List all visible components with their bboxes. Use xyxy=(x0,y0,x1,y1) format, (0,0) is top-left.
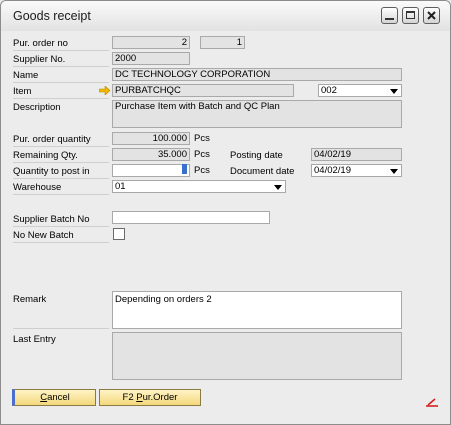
row-divider xyxy=(13,98,109,99)
remaining-qty-label: Remaining Qty. xyxy=(13,150,78,161)
remark-field[interactable]: Depending on orders 2 xyxy=(112,291,402,329)
cancel-label: ancel xyxy=(47,392,70,403)
pur-order-no-field[interactable]: 2 xyxy=(112,36,190,49)
minimize-button[interactable] xyxy=(381,7,398,24)
row-divider xyxy=(13,66,109,67)
maximize-icon xyxy=(406,11,415,19)
remark-label: Remark xyxy=(13,294,47,305)
cancel-button[interactable]: Cancel xyxy=(12,389,96,406)
pur-order-no-label: Pur. order no xyxy=(13,38,68,49)
goods-receipt-window: Goods receipt Pur. order no 2 1 Supplier… xyxy=(0,0,451,425)
resize-grip-icon[interactable] xyxy=(425,397,440,407)
title-bar[interactable]: Goods receipt xyxy=(1,1,450,31)
pur-order-button[interactable]: F2 Pur.Order xyxy=(99,389,201,406)
description-field[interactable]: Purchase Item with Batch and QC Plan xyxy=(112,100,402,128)
dropdown-arrow-icon xyxy=(390,89,398,94)
name-label: Name xyxy=(13,70,39,81)
item-label: Item xyxy=(13,86,32,97)
close-button[interactable] xyxy=(423,7,440,24)
dropdown-arrow-icon xyxy=(390,169,398,174)
document-date-value: 04/02/19 xyxy=(314,165,351,176)
pur-order-qty-field[interactable]: 100.000 xyxy=(112,132,190,145)
document-date-select[interactable]: 04/02/19 xyxy=(311,164,402,177)
warehouse-label: Warehouse xyxy=(13,182,62,193)
name-field[interactable]: DC TECHNOLOGY CORPORATION xyxy=(112,68,402,81)
posting-date-field[interactable]: 04/02/19 xyxy=(311,148,402,161)
row-divider xyxy=(13,178,109,179)
warehouse-select[interactable]: 01 xyxy=(112,180,286,193)
link-arrow-icon[interactable] xyxy=(99,86,111,95)
qty-to-post-unit: Pcs xyxy=(194,165,210,176)
supplier-no-field[interactable]: 2000 xyxy=(112,52,190,65)
no-new-batch-label: No New Batch xyxy=(13,230,74,241)
item-variant-select[interactable]: 002 xyxy=(318,84,402,97)
text-cursor xyxy=(182,164,187,174)
porder-label: ur.Order xyxy=(142,392,178,403)
item-variant-value: 002 xyxy=(321,85,337,96)
maximize-button[interactable] xyxy=(402,7,419,24)
window-title: Goods receipt xyxy=(13,9,91,23)
row-divider xyxy=(13,194,109,195)
warehouse-value: 01 xyxy=(115,181,126,192)
pur-order-line-field[interactable]: 1 xyxy=(200,36,245,49)
row-divider xyxy=(13,146,109,147)
remaining-qty-field[interactable]: 35.000 xyxy=(112,148,190,161)
item-code-field[interactable]: PURBATCHQC xyxy=(112,84,294,97)
pur-order-qty-label: Pur. order quantity xyxy=(13,134,91,145)
row-divider xyxy=(13,328,109,329)
qty-to-post-label: Quantity to post in xyxy=(13,166,90,177)
qty-to-post-input[interactable] xyxy=(112,164,190,177)
last-entry-label: Last Entry xyxy=(13,334,56,345)
last-entry-field[interactable] xyxy=(112,332,402,380)
porder-prefix: F2 xyxy=(122,392,137,403)
remaining-qty-unit: Pcs xyxy=(194,149,210,160)
description-label: Description xyxy=(13,102,61,113)
supplier-no-label: Supplier No. xyxy=(13,54,66,65)
row-divider xyxy=(13,50,109,51)
supplier-batch-no-input[interactable] xyxy=(112,211,270,224)
row-divider xyxy=(13,82,109,83)
close-icon xyxy=(427,11,436,20)
dropdown-arrow-icon xyxy=(274,185,282,190)
posting-date-label: Posting date xyxy=(230,150,283,161)
minimize-icon xyxy=(385,18,394,20)
row-divider xyxy=(13,226,109,227)
row-divider xyxy=(13,162,109,163)
supplier-batch-no-label: Supplier Batch No xyxy=(13,214,90,225)
no-new-batch-checkbox[interactable] xyxy=(113,228,125,240)
document-date-label: Document date xyxy=(230,166,295,177)
pur-order-qty-unit: Pcs xyxy=(194,133,210,144)
row-divider xyxy=(13,242,109,243)
